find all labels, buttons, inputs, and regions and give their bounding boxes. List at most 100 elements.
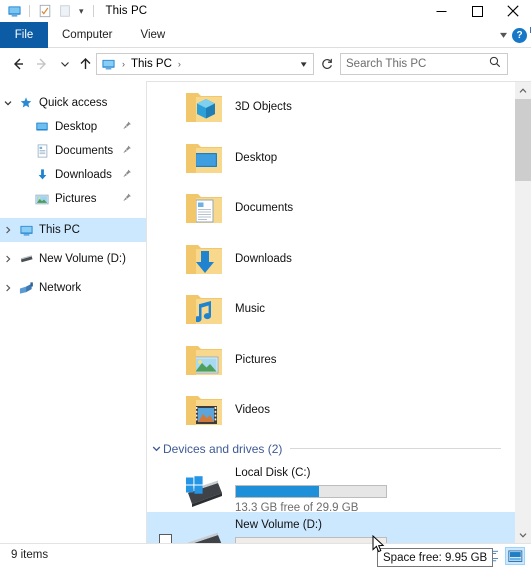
sidebar-item-new-volume-d[interactable]: New Volume (D:) — [0, 247, 146, 271]
quick-access-toolbar: ▾ — [0, 3, 97, 19]
list-item[interactable]: Videos — [147, 385, 515, 436]
sidebar-label-pictures: Pictures — [55, 193, 97, 205]
ribbon-right-controls: ▾ ? — [500, 22, 527, 48]
sidebar-label-downloads: Downloads — [55, 169, 112, 181]
list-item[interactable]: Downloads — [147, 234, 515, 285]
this-pc-monitor-icon — [6, 3, 22, 19]
search-icon[interactable] — [488, 55, 502, 74]
chevron-right-icon[interactable] — [0, 254, 16, 264]
pin-star-icon — [16, 96, 36, 110]
group-divider-line — [290, 448, 501, 449]
this-pc-icon — [16, 223, 36, 238]
new-folder-icon[interactable] — [57, 3, 73, 19]
list-item[interactable]: Pictures — [147, 335, 515, 386]
list-item[interactable]: Documents — [147, 183, 515, 234]
up-button[interactable] — [74, 53, 96, 75]
group-label: Devices and drives (2) — [163, 441, 283, 456]
close-button[interactable] — [495, 0, 531, 22]
pin-icon[interactable] — [122, 193, 132, 206]
drive-capacity-fill — [236, 485, 319, 497]
address-bar[interactable]: › This PC › ▾ — [96, 53, 314, 75]
list-item[interactable]: Music — [147, 284, 515, 335]
drive-checkbox-wrapper[interactable] — [155, 518, 175, 543]
drive-checkbox-placeholder — [155, 466, 175, 482]
tooltip-space-free: Space free: 9.95 GB — [377, 548, 494, 567]
maximize-button[interactable] — [459, 0, 495, 22]
sidebar-item-desktop[interactable]: Desktop — [0, 115, 146, 139]
drive-info: Local Disk (C:) 13.3 GB free of 29.9 GB — [233, 466, 387, 514]
content-vertical-scrollbar[interactable] — [515, 82, 531, 543]
window-controls — [423, 0, 531, 22]
drive-icon — [175, 518, 233, 543]
chevron-right-icon[interactable] — [0, 225, 16, 235]
chevron-down-icon[interactable] — [0, 98, 16, 108]
sidebar-label-desktop: Desktop — [55, 121, 98, 133]
breadcrumb-separator-1[interactable]: › — [173, 59, 186, 69]
toolbar-divider-2 — [92, 5, 94, 17]
tab-view[interactable]: View — [127, 22, 180, 48]
recent-locations-dropdown-icon[interactable] — [54, 53, 76, 75]
sidebar-label-new-volume-d: New Volume (D:) — [39, 253, 126, 265]
folder-videos-icon — [181, 391, 227, 429]
network-icon — [16, 281, 36, 295]
chevron-right-icon[interactable] — [0, 283, 16, 293]
drive-item-local-disk-c[interactable]: Local Disk (C:) 13.3 GB free of 29.9 GB — [147, 460, 515, 514]
toolbar-divider — [29, 5, 30, 17]
tab-computer[interactable]: Computer — [48, 22, 127, 48]
sidebar-label-documents: Documents — [55, 145, 114, 157]
group-header-devices-and-drives[interactable]: Devices and drives (2) — [147, 438, 515, 460]
drive-item-new-volume-d[interactable]: New Volume (D:) 9.95 GB free of 9.99 GB — [147, 511, 515, 543]
sidebar-item-pictures[interactable]: Pictures — [0, 187, 146, 211]
minimize-button[interactable] — [423, 0, 459, 22]
search-input[interactable] — [346, 58, 486, 70]
file-explorer-window: ▾ This PC File Computer View ▾ ? › This … — [0, 0, 531, 567]
drive-name: New Volume (D:) — [235, 518, 322, 531]
folder-downloads-icon — [181, 240, 227, 278]
sidebar-label-quick-access: Quick access — [39, 97, 108, 109]
customize-qat-dropdown[interactable]: ▾ — [77, 6, 86, 16]
windows-drive-icon — [175, 466, 233, 508]
navigation-bar: › This PC › ▾ е — [0, 48, 531, 120]
back-button[interactable] — [7, 53, 29, 75]
scroll-down-arrow-icon[interactable] — [515, 526, 531, 543]
scrollbar-thumb[interactable] — [515, 99, 531, 181]
sidebar-item-documents[interactable]: Documents — [0, 139, 146, 163]
title-bar: ▾ This PC — [0, 0, 531, 22]
scroll-up-arrow-icon[interactable] — [515, 82, 531, 99]
drive-info: New Volume (D:) 9.95 GB free of 9.99 GB — [233, 518, 387, 543]
sidebar-item-network[interactable]: Network — [0, 276, 146, 300]
properties-icon[interactable] — [37, 3, 53, 19]
sidebar-item-quick-access[interactable]: Quick access — [0, 91, 146, 115]
search-box[interactable] — [340, 53, 508, 75]
help-question-icon[interactable]: ? — [512, 27, 527, 43]
chevron-down-icon[interactable]: ▾ — [500, 30, 507, 41]
drive-icon — [16, 253, 36, 265]
folder-documents-icon — [181, 189, 227, 227]
drive-checkbox[interactable] — [158, 533, 172, 543]
pin-icon[interactable] — [122, 145, 132, 158]
pictures-icon — [16, 193, 52, 206]
downloads-icon — [16, 168, 52, 182]
breadcrumb-this-pc[interactable]: This PC — [130, 58, 173, 70]
desktop-icon — [16, 120, 52, 134]
refresh-button[interactable] — [317, 53, 337, 75]
tab-file[interactable]: File — [0, 22, 48, 48]
pin-icon[interactable] — [122, 169, 132, 182]
chevron-down-icon[interactable] — [149, 443, 163, 454]
folder-music-icon — [181, 290, 227, 328]
list-item[interactable]: Desktop — [147, 133, 515, 184]
list-item[interactable]: 3D Objects — [147, 82, 515, 133]
folder-desktop-icon — [181, 139, 227, 177]
file-name: Documents — [235, 202, 294, 215]
sidebar-label-this-pc: This PC — [39, 224, 80, 236]
breadcrumb-separator-0: › — [122, 59, 125, 69]
sidebar-item-this-pc[interactable]: This PC — [0, 218, 146, 242]
large-icons-view-button[interactable] — [505, 547, 525, 565]
file-list-pane[interactable]: 3D Objects Desktop Documents Downloads M… — [147, 82, 515, 543]
ribbon-tab-bar: File Computer View ▾ ? — [0, 22, 531, 48]
address-dropdown-icon[interactable]: ▾ — [301, 59, 312, 70]
sidebar-item-downloads[interactable]: Downloads — [0, 163, 146, 187]
drive-name: Local Disk (C:) — [235, 466, 311, 479]
pin-icon[interactable] — [122, 121, 132, 134]
file-name: Downloads — [235, 252, 292, 265]
